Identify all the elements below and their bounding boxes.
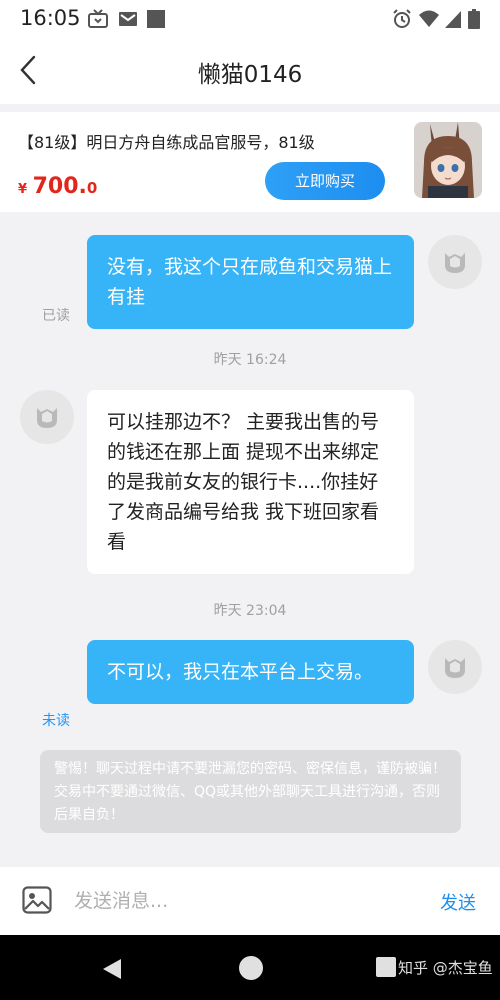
product-card[interactable]: 【81级】明日方舟自练成品官服号，81级 ¥ 700.0 立即购买: [0, 112, 500, 212]
sender-avatar[interactable]: [20, 390, 74, 444]
chat-bubble-received[interactable]: 可以挂那边不？ 主要我出售的号的钱还在那上面 提现不出来绑定的是我前女友的银行卡…: [87, 390, 414, 574]
status-bar: 16:05: [0, 0, 500, 38]
safety-warning: 警惕！聊天过程中请不要泄漏您的密码、密保信息，谨防被骗！交易中不要通过微信、QQ…: [40, 750, 461, 833]
chat-timestamp: 昨天 16:24: [213, 352, 287, 368]
character-portrait-icon: [414, 122, 482, 198]
message-input[interactable]: [74, 881, 424, 921]
system-nav-bar: 知乎 @杰宝鱼: [0, 935, 500, 1000]
square-notification-icon: [147, 10, 165, 28]
page-title: 懒猫0146: [197, 62, 303, 88]
chat-area[interactable]: 没有，我这个只在咸鱼和交易猫上有挂 已读 昨天 16:24 可以挂那边不？ 主要…: [0, 212, 500, 867]
alarm-icon: [393, 9, 411, 28]
tv-icon: [88, 9, 108, 28]
chat-bubble-sent[interactable]: 不可以，我只在本平台上交易。: [87, 640, 414, 704]
unread-status: 未读: [42, 713, 70, 729]
nav-home-icon[interactable]: [239, 956, 263, 980]
battery-icon: [468, 9, 480, 29]
watermark: 知乎 @杰宝鱼: [398, 959, 493, 977]
price-currency: ¥: [18, 182, 28, 197]
price-decimal: 0: [86, 179, 98, 197]
product-thumbnail[interactable]: [414, 122, 482, 198]
nav-back-icon[interactable]: [101, 957, 123, 981]
avatar-placeholder-icon: [445, 658, 465, 678]
send-button[interactable]: 发送: [440, 889, 476, 915]
avatar-placeholder-icon: [37, 408, 57, 428]
chat-bubble-sent[interactable]: 没有，我这个只在咸鱼和交易猫上有挂: [87, 235, 414, 329]
chat-header: 懒猫0146: [0, 38, 500, 104]
chat-timestamp: 昨天 23:04: [213, 603, 287, 619]
my-avatar[interactable]: [428, 235, 482, 289]
wifi-icon: [419, 10, 439, 27]
price-integer: 700.: [32, 174, 87, 199]
status-time: 16:05: [20, 6, 81, 30]
read-status: 已读: [42, 308, 70, 324]
message-input-bar: 发送: [0, 867, 500, 935]
nav-recents-icon[interactable]: [376, 957, 396, 977]
product-price: ¥ 700.0: [18, 174, 97, 199]
my-avatar[interactable]: [428, 640, 482, 694]
buy-now-button[interactable]: 立即购买: [265, 162, 385, 200]
avatar-placeholder-icon: [445, 253, 465, 273]
product-title: 【81级】明日方舟自练成品官服号，81级: [18, 133, 315, 152]
signal-icon: [445, 11, 461, 28]
image-icon[interactable]: [22, 886, 52, 914]
gmail-icon: [119, 12, 137, 26]
